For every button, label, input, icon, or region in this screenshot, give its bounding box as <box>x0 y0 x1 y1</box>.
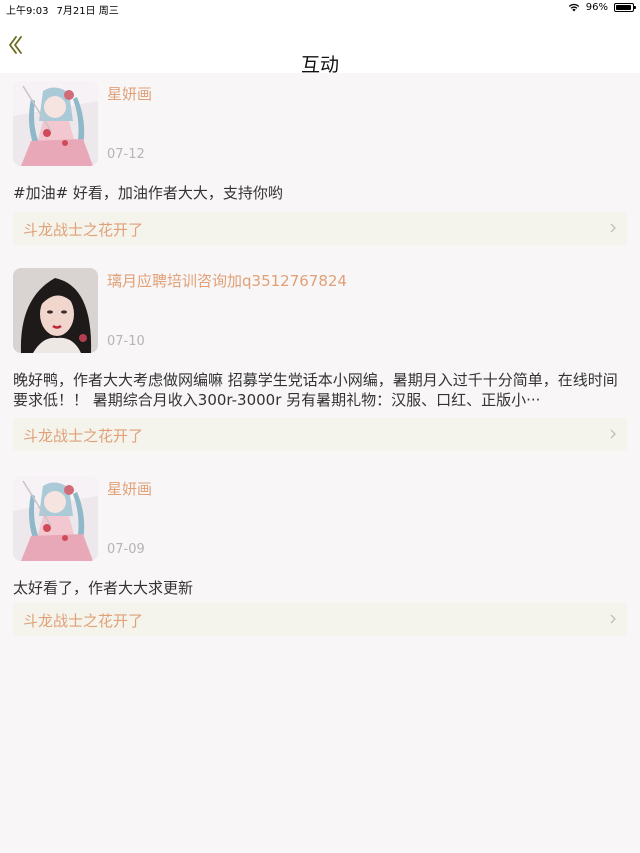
comment-date: 07-10 <box>107 334 145 349</box>
list-item: 璃月应聘培训咨询加q3512767824 07-10 晚好鸭，作者大大考虑做网编… <box>0 263 640 469</box>
chevron-right-icon <box>610 223 616 233</box>
comment-text: #加油# 好看，加油作者大大，支持你哟 <box>13 184 283 202</box>
nav-bar: 互动 <box>0 16 640 76</box>
status-left: 上午9:03 7月21日 周三 <box>6 2 119 17</box>
wifi-icon <box>568 3 579 12</box>
comment-text: 太好看了，作者大大求更新 <box>13 579 194 597</box>
list-item: 星妍画 07-12 #加油# 好看，加油作者大大，支持你哟 斗龙战士之花开了 <box>0 73 640 263</box>
interaction-list: 星妍画 07-12 #加油# 好看，加油作者大大，支持你哟 斗龙战士之花开了 璃… <box>0 73 640 649</box>
comment-date: 07-12 <box>107 147 145 162</box>
username[interactable]: 璃月应聘培训咨询加q3512767824 <box>107 270 347 291</box>
avatar[interactable] <box>13 268 98 353</box>
battery-percent: 96% <box>585 2 608 13</box>
avatar[interactable] <box>13 476 98 561</box>
status-right: 96% <box>568 2 636 13</box>
status-date: 7月21日 周三 <box>56 6 119 17</box>
book-title: 斗龙战士之花开了 <box>23 427 144 445</box>
battery-fill <box>616 5 631 10</box>
comment-text: 晚好鸭，作者大大考虑做网编嘛 招募学生党话本小网编，暑期月入过千十分简单，在线时… <box>13 371 618 409</box>
portrait-avatar-image <box>13 268 98 353</box>
battery-icon <box>614 3 636 12</box>
comment-date: 07-09 <box>107 542 145 557</box>
chevron-right-icon <box>610 429 616 439</box>
list-item: 星妍画 07-09 太好看了，作者大大求更新 斗龙战士之花开了 <box>0 469 640 649</box>
chevron-right-icon <box>610 614 616 624</box>
username[interactable]: 星妍画 <box>107 478 152 499</box>
anime-avatar-image <box>13 81 98 166</box>
book-title: 斗龙战士之花开了 <box>23 221 144 239</box>
book-title: 斗龙战士之花开了 <box>23 612 144 630</box>
book-link[interactable]: 斗龙战士之花开了 <box>13 418 627 451</box>
avatar[interactable] <box>13 81 98 166</box>
status-time: 上午9:03 <box>6 6 49 17</box>
book-link[interactable]: 斗龙战士之花开了 <box>13 212 627 245</box>
anime-avatar-image <box>13 476 98 561</box>
book-link[interactable]: 斗龙战士之花开了 <box>13 603 627 636</box>
username[interactable]: 星妍画 <box>107 83 152 104</box>
status-bar: 上午9:03 7月21日 周三 96% <box>0 0 640 17</box>
